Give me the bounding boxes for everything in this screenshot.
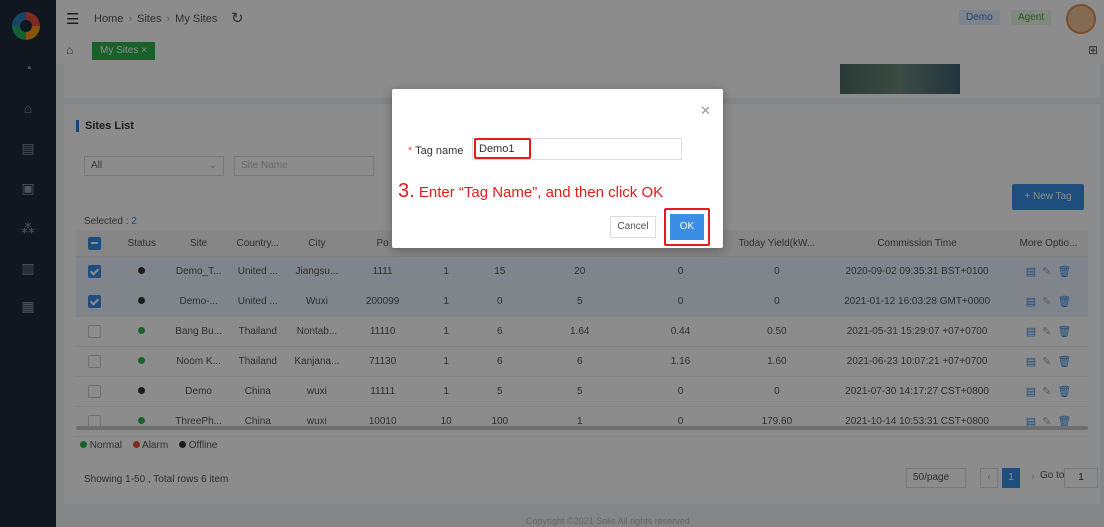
modal-overlay[interactable] <box>0 0 1104 527</box>
cancel-button[interactable]: Cancel <box>610 216 656 238</box>
step-number: 3. <box>398 180 415 202</box>
required-mark: * <box>408 145 413 157</box>
input-highlight-box <box>474 138 531 159</box>
instruction-annotation: 3. Enter “Tag Name”, and then click OK <box>398 180 663 203</box>
tag-name-label: * Tag name <box>408 145 463 157</box>
ok-highlight-box <box>664 208 710 246</box>
instruction-text: Enter “Tag Name”, and then click OK <box>414 184 664 201</box>
tag-name-label-text: Tag name <box>415 145 464 157</box>
close-icon[interactable]: ✕ <box>700 103 711 119</box>
